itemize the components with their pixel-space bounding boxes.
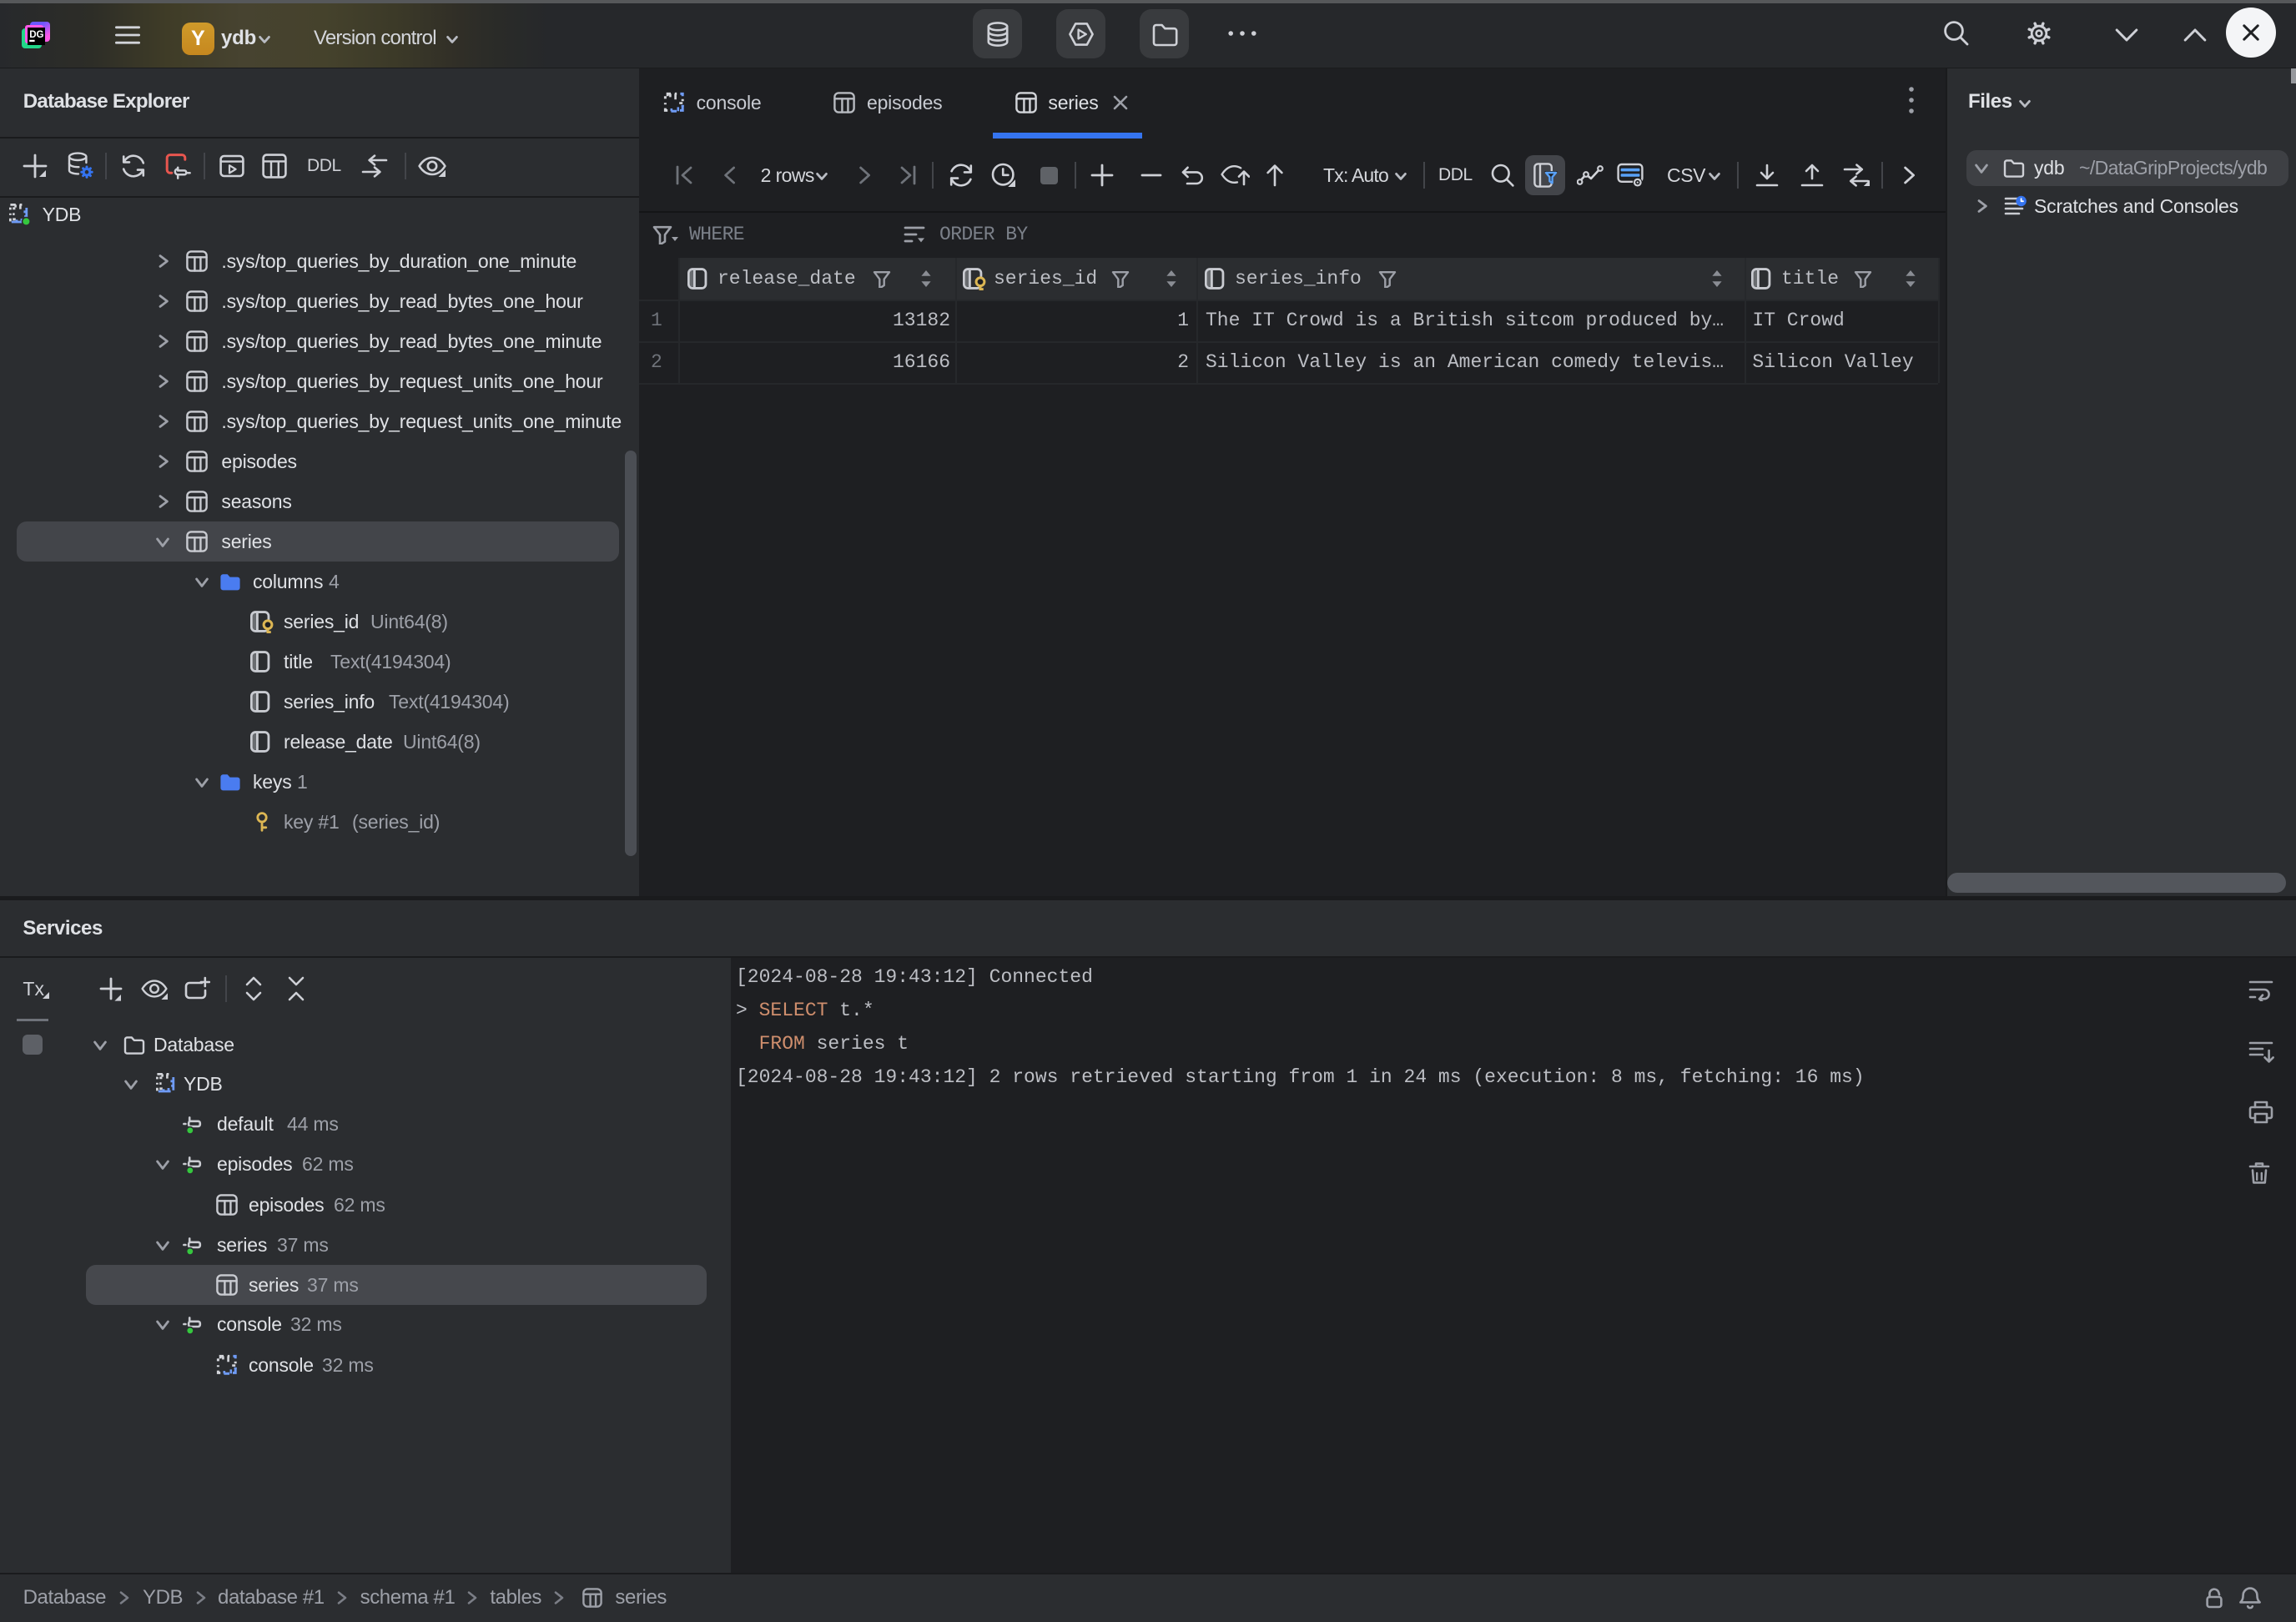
svg-text:DG: DG <box>29 29 43 40</box>
